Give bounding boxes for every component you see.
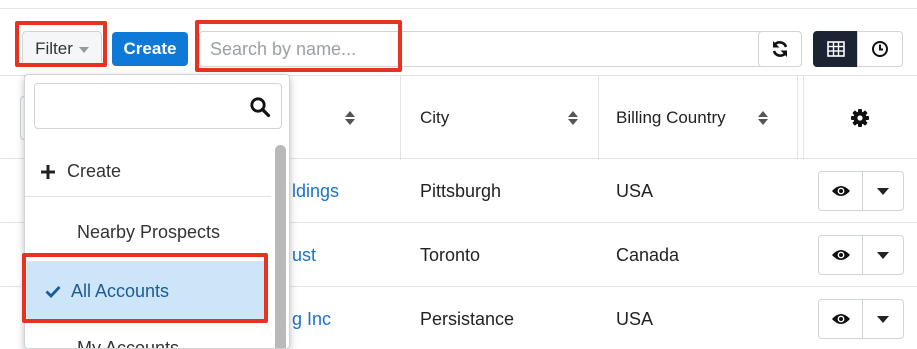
city-cell: Pittsburgh xyxy=(420,180,502,201)
city-cell: Toronto xyxy=(420,244,481,265)
caret-down-icon xyxy=(877,251,889,259)
sort-icon xyxy=(758,111,768,125)
menu-scrollbar[interactable] xyxy=(275,145,286,348)
eye-icon xyxy=(831,186,850,196)
menu-item-create-filter[interactable]: Create xyxy=(25,147,271,197)
row-actions xyxy=(818,171,904,211)
preview-button[interactable] xyxy=(819,300,863,338)
list-view-page: Filter Create Search by name... City Bil… xyxy=(0,0,917,349)
column-divider xyxy=(400,76,401,160)
column-header-city[interactable]: City xyxy=(420,76,595,160)
clock-icon xyxy=(872,41,888,57)
billing-country-cell: USA xyxy=(616,180,654,201)
search-highlight xyxy=(195,20,402,72)
activity-stream-button[interactable] xyxy=(857,31,903,67)
column-divider xyxy=(598,76,599,160)
sort-icon xyxy=(568,111,578,125)
menu-item-label: My Accounts xyxy=(77,337,180,349)
city-cell: Persistance xyxy=(420,308,515,329)
all-accounts-highlight xyxy=(22,253,268,323)
sort-icon xyxy=(345,111,355,125)
row-actions-dropdown[interactable] xyxy=(863,300,903,338)
column-settings-button[interactable] xyxy=(850,76,874,160)
column-header-label: Billing Country xyxy=(616,108,726,127)
grid-view-button[interactable] xyxy=(813,31,858,67)
preview-button[interactable] xyxy=(819,172,863,210)
billing-country-cell: USA xyxy=(616,308,654,329)
menu-item-label: Nearby Prospects xyxy=(77,221,221,242)
filter-highlight xyxy=(15,21,107,67)
caret-down-icon xyxy=(877,187,889,195)
grid-view-icon xyxy=(826,41,845,57)
account-name-link[interactable]: g Inc xyxy=(292,287,331,349)
eye-icon xyxy=(831,250,850,260)
list-toolbar: Filter Create xyxy=(0,9,917,75)
column-divider xyxy=(797,76,798,160)
refresh-icon xyxy=(772,41,788,57)
column-header-label: City xyxy=(420,108,450,127)
row-actions xyxy=(818,299,904,339)
row-actions-dropdown[interactable] xyxy=(863,172,903,210)
gear-icon xyxy=(851,109,869,127)
column-header-billing-country[interactable]: Billing Country xyxy=(616,76,796,160)
row-actions-dropdown[interactable] xyxy=(863,236,903,274)
menu-item-my-accounts[interactable]: My Accounts xyxy=(25,333,269,349)
account-name-link[interactable]: ust xyxy=(292,223,316,287)
account-name-link[interactable]: ldings xyxy=(292,159,339,223)
name-sort-control[interactable] xyxy=(345,76,365,160)
column-divider xyxy=(803,76,804,160)
menu-item-label: Create xyxy=(67,161,122,181)
plus-icon xyxy=(41,164,55,179)
refresh-button[interactable] xyxy=(758,31,802,67)
search-icon xyxy=(250,97,271,118)
caret-down-icon xyxy=(877,315,889,323)
filter-search-input[interactable] xyxy=(34,83,282,129)
create-button[interactable]: Create xyxy=(112,32,188,66)
row-actions xyxy=(818,235,904,275)
eye-icon xyxy=(831,314,850,324)
billing-country-cell: Canada xyxy=(616,244,680,265)
preview-button[interactable] xyxy=(819,236,863,274)
